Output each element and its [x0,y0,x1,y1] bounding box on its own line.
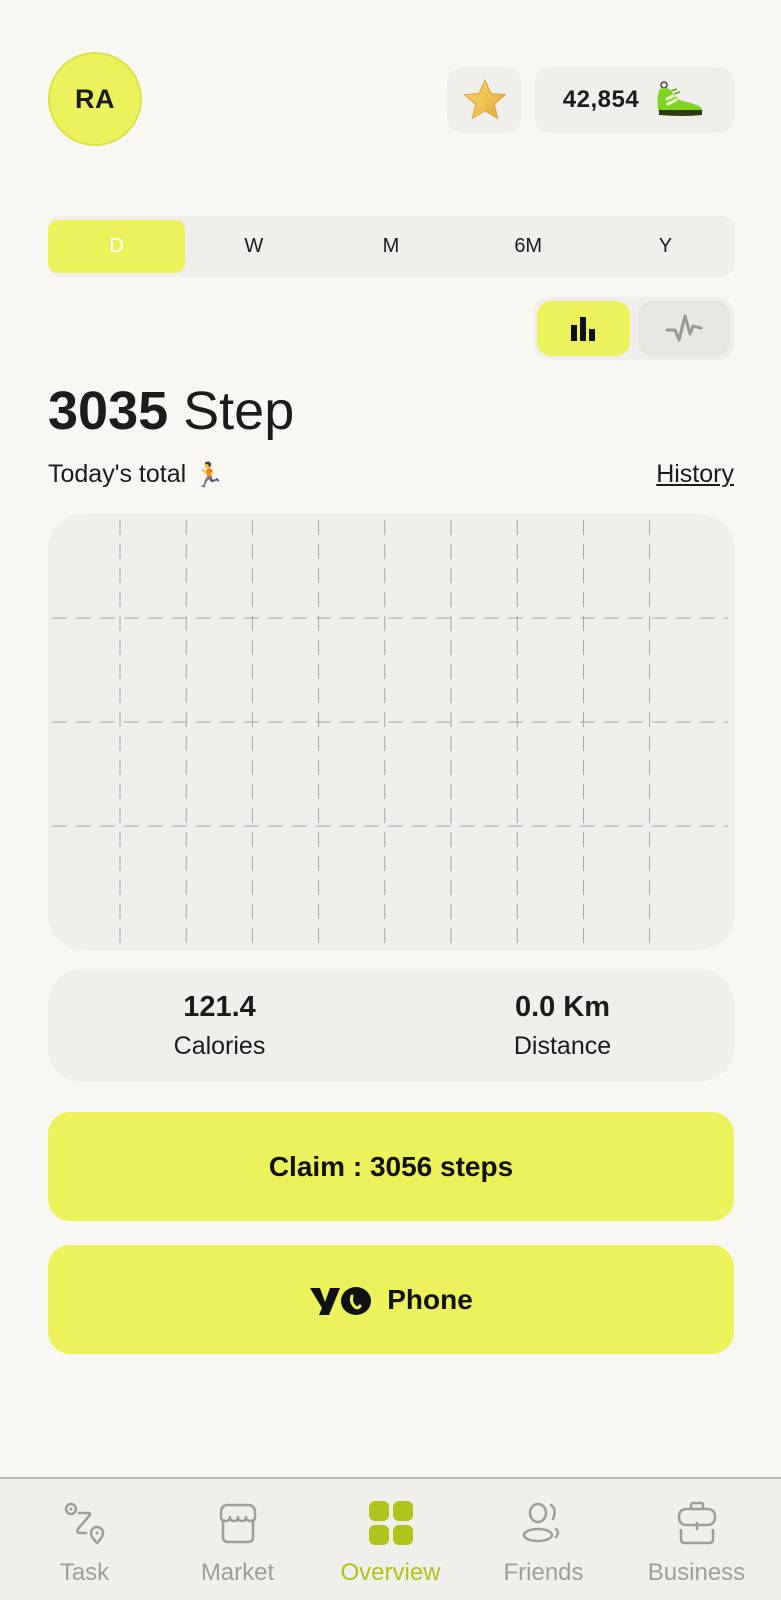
stat-distance: 0.0 Km Distance [391,969,734,1082]
nav-item-business[interactable]: Business [622,1479,772,1600]
tab-day-label: D [109,235,124,257]
yo-phone-button[interactable]: Phone [48,1245,734,1354]
bar-chart-icon [571,316,596,341]
nav-item-friends[interactable]: Friends [469,1479,619,1600]
nav-market-label: Market [200,1559,275,1586]
claim-button-label: Claim : 3056 steps [268,1150,514,1182]
history-link[interactable]: History [656,460,734,489]
overview-screen: RA 42,854 D W M 6M Y 3035 Step Today's t… [0,0,781,1600]
step-balance-pill[interactable]: 42,854 [534,67,734,133]
line-chart-icon [665,314,703,341]
tab-month-label: M [382,235,400,257]
avatar[interactable]: RA [48,52,142,146]
route-icon [64,1502,104,1545]
store-icon [219,1503,256,1544]
steps-total-unit: Step [183,381,295,441]
line-chart-toggle-button[interactable] [637,301,730,356]
step-balance-value: 42,854 [562,86,640,113]
nav-task-label: Task [59,1559,110,1586]
steps-total-value: 3035 [48,381,169,441]
tab-six-months-label: 6M [514,235,543,257]
tab-year[interactable]: Y [597,220,734,273]
sneaker-icon [657,81,703,116]
distance-value: 0.0 Km [514,990,611,1023]
tab-month[interactable]: M [322,220,459,273]
steps-chart [48,514,734,950]
bottom-nav: Task Market Overview Friends Business [0,1477,781,1600]
tab-day[interactable]: D [48,220,186,273]
briefcase-icon [677,1501,716,1545]
period-tabs: D W M 6M Y [48,216,734,277]
steps-chart-svg [52,520,728,950]
bar-chart-toggle-button[interactable] [537,301,630,356]
nav-friends-label: Friends [503,1559,584,1586]
users-icon [522,1502,559,1543]
nav-overview-label: Overview [340,1559,441,1586]
calories-label: Calories [173,1031,266,1060]
stats-card: 121.4 Calories 0.0 Km Distance [48,969,734,1082]
nav-item-task[interactable]: Task [10,1479,160,1600]
grid-icon [368,1501,413,1545]
tab-year-label: Y [658,235,673,257]
favorites-button[interactable] [447,67,522,133]
yo-logo-icon [310,1286,372,1315]
tab-six-months[interactable]: 6M [460,220,597,273]
claim-steps-button[interactable]: Claim : 3056 steps [48,1112,734,1221]
todays-total-label: Today's total 🏃 [48,460,224,489]
phone-button-label: Phone [387,1283,473,1315]
stat-calories: 121.4 Calories [48,969,391,1082]
nav-item-market[interactable]: Market [163,1479,313,1600]
calories-value: 121.4 [183,990,256,1023]
tab-week[interactable]: W [185,220,322,273]
subtitle-text: Today's total [48,460,187,488]
distance-label: Distance [513,1031,612,1060]
avatar-initials: RA [75,83,115,114]
runner-icon: 🏃 [194,460,225,489]
chart-type-toggle [533,297,734,360]
star-icon [463,79,506,119]
nav-business-label: Business [647,1559,746,1586]
nav-item-overview[interactable]: Overview [316,1479,466,1600]
steps-total-heading: 3035 Step [48,384,294,438]
tab-week-label: W [244,235,264,257]
